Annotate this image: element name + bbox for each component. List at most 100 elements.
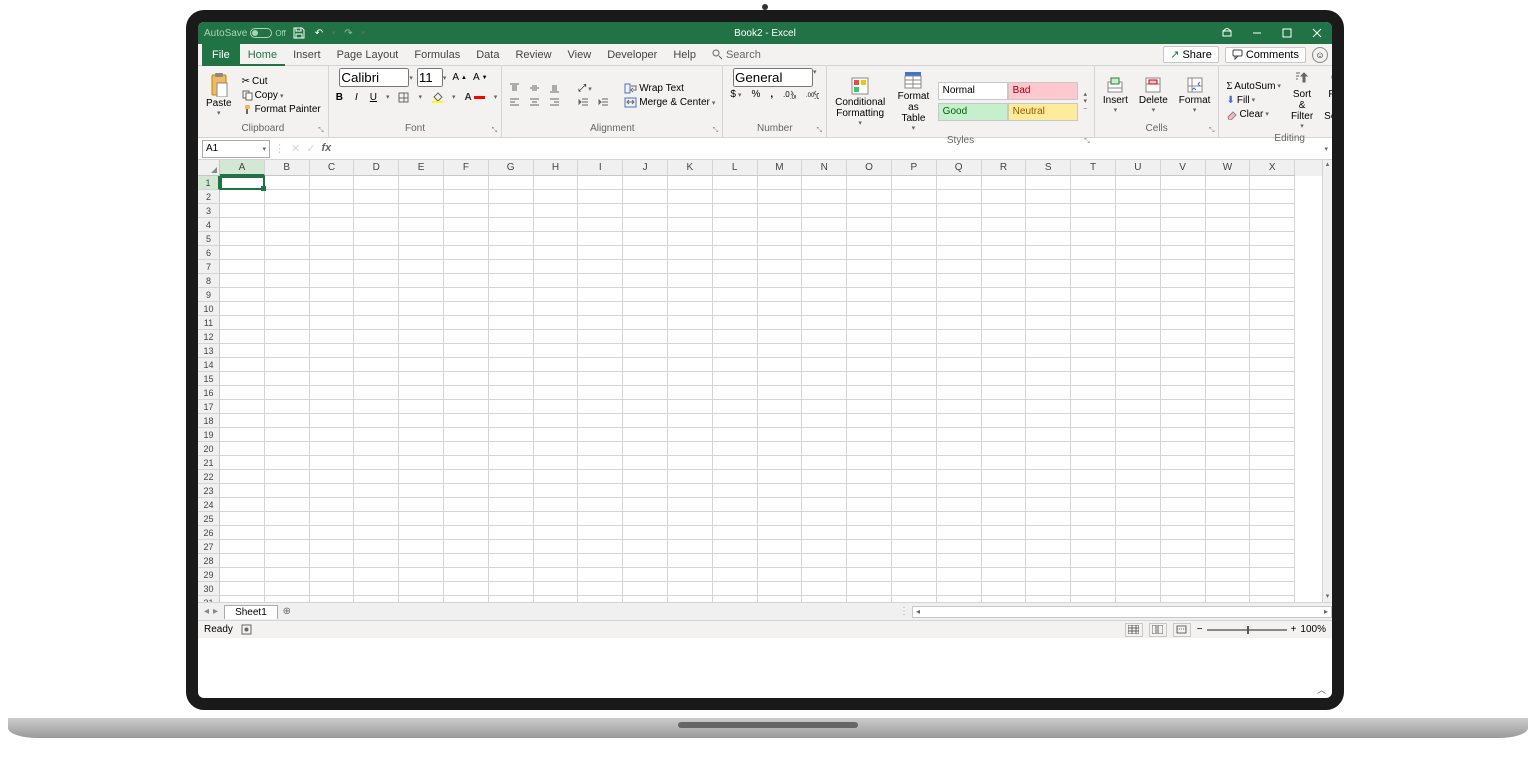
cell[interactable]	[937, 554, 982, 568]
cell[interactable]	[310, 456, 355, 470]
cell[interactable]	[265, 554, 310, 568]
cell[interactable]	[847, 218, 892, 232]
cell[interactable]	[982, 246, 1027, 260]
cell[interactable]	[623, 386, 668, 400]
cell[interactable]	[1161, 442, 1206, 456]
cell[interactable]	[847, 540, 892, 554]
cell[interactable]	[1250, 260, 1295, 274]
cell[interactable]	[1026, 400, 1071, 414]
cell[interactable]	[1116, 540, 1161, 554]
zoom-out[interactable]: −	[1197, 624, 1203, 635]
cell[interactable]	[1026, 568, 1071, 582]
cell[interactable]	[1026, 246, 1071, 260]
fill-dd[interactable]: ▾	[452, 93, 456, 101]
cell[interactable]	[668, 246, 713, 260]
alignment-label[interactable]: Alignment	[506, 123, 718, 135]
cell[interactable]	[444, 442, 489, 456]
cell[interactable]	[354, 330, 399, 344]
cell[interactable]	[444, 330, 489, 344]
cell[interactable]	[220, 498, 265, 512]
worksheet-grid[interactable]: ABCDEFGHIJKLMNOPQRSTUVWX 123456789101112…	[198, 160, 1332, 602]
cell[interactable]	[354, 526, 399, 540]
cell[interactable]	[982, 316, 1027, 330]
cell[interactable]	[937, 498, 982, 512]
cell[interactable]	[310, 512, 355, 526]
row-header[interactable]: 8	[198, 274, 220, 288]
cell[interactable]	[623, 176, 668, 190]
cell[interactable]	[265, 456, 310, 470]
cell[interactable]	[1250, 316, 1295, 330]
cell[interactable]	[668, 554, 713, 568]
cell[interactable]	[1116, 344, 1161, 358]
cell[interactable]	[310, 232, 355, 246]
percent-format[interactable]: %	[748, 88, 763, 101]
cell[interactable]	[1161, 400, 1206, 414]
merge-center-button[interactable]: Merge & Center▾	[621, 96, 718, 109]
cell[interactable]	[1071, 442, 1116, 456]
paste-button[interactable]: Paste ▾	[202, 71, 236, 120]
cell[interactable]	[220, 330, 265, 344]
cell[interactable]	[668, 400, 713, 414]
cell[interactable]	[489, 190, 534, 204]
col-header[interactable]: X	[1250, 160, 1295, 176]
cell[interactable]	[892, 540, 937, 554]
cell[interactable]	[1026, 344, 1071, 358]
cell[interactable]	[444, 372, 489, 386]
cell[interactable]	[399, 498, 444, 512]
cell[interactable]	[444, 358, 489, 372]
cell[interactable]	[1250, 484, 1295, 498]
cell[interactable]	[534, 526, 579, 540]
minimize-button[interactable]	[1242, 22, 1272, 44]
row-header[interactable]: 15	[198, 372, 220, 386]
cell[interactable]	[310, 582, 355, 596]
cell[interactable]	[713, 260, 758, 274]
cell[interactable]	[578, 414, 623, 428]
cell[interactable]	[265, 428, 310, 442]
cell[interactable]	[310, 568, 355, 582]
cell[interactable]	[713, 470, 758, 484]
cell[interactable]	[668, 456, 713, 470]
cell[interactable]	[265, 330, 310, 344]
cell[interactable]	[220, 176, 265, 190]
cell[interactable]	[847, 428, 892, 442]
cell[interactable]	[310, 498, 355, 512]
scroll-down[interactable]: ▾	[1323, 592, 1332, 602]
cell[interactable]	[444, 204, 489, 218]
cell[interactable]	[937, 484, 982, 498]
cell[interactable]	[892, 204, 937, 218]
cell[interactable]	[1026, 442, 1071, 456]
cell[interactable]	[623, 540, 668, 554]
col-header[interactable]: W	[1206, 160, 1251, 176]
cell[interactable]	[489, 358, 534, 372]
cell[interactable]	[1206, 400, 1251, 414]
cell[interactable]	[578, 232, 623, 246]
cell[interactable]	[713, 372, 758, 386]
cell[interactable]	[534, 400, 579, 414]
cell[interactable]	[265, 498, 310, 512]
collapse-ribbon[interactable]: ︿	[1317, 683, 1326, 696]
cell[interactable]	[1161, 568, 1206, 582]
sheet-nav-prev[interactable]: ◂	[204, 606, 209, 617]
cell[interactable]	[399, 260, 444, 274]
cell[interactable]	[1026, 484, 1071, 498]
add-sheet-button[interactable]: ⊕	[278, 606, 296, 617]
cell[interactable]	[1250, 176, 1295, 190]
cell[interactable]	[578, 428, 623, 442]
cell[interactable]	[1206, 288, 1251, 302]
cell[interactable]	[623, 288, 668, 302]
cell[interactable]	[668, 232, 713, 246]
cell[interactable]	[623, 512, 668, 526]
cell[interactable]	[310, 246, 355, 260]
numfmt-dd[interactable]: ▾	[813, 68, 817, 87]
cell[interactable]	[623, 232, 668, 246]
cell[interactable]	[937, 232, 982, 246]
cell[interactable]	[399, 176, 444, 190]
cell[interactable]	[847, 512, 892, 526]
tell-me-search[interactable]: Search	[712, 49, 761, 61]
cell[interactable]	[220, 596, 265, 602]
cell[interactable]	[668, 540, 713, 554]
cell[interactable]	[1161, 288, 1206, 302]
cell[interactable]	[713, 428, 758, 442]
cell[interactable]	[1206, 582, 1251, 596]
cell[interactable]	[802, 246, 847, 260]
